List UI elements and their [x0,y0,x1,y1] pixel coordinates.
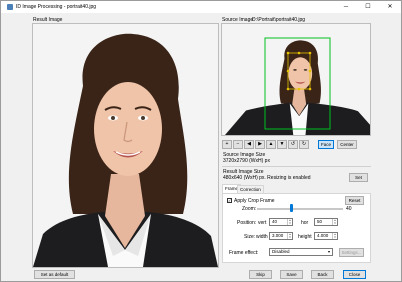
minimize-button[interactable]: ─ [335,1,357,13]
face-button[interactable]: Face [318,140,334,149]
height-label: height [298,234,312,240]
tab-correction[interactable]: Correction [237,185,264,193]
back-button[interactable]: Back [311,270,334,279]
skip-button[interactable]: Skip [249,270,272,279]
frame-effect-select[interactable]: Disabled ▾ [269,248,333,256]
move-right-button[interactable]: ▶ [255,140,265,149]
separator [222,166,371,167]
width-input[interactable]: 3.000 ▴ ▾ [269,232,293,240]
title-bar: ID Image Processing - portrait40.jpg ─ ☐… [1,1,401,13]
move-up-button[interactable]: ▲ [266,140,276,149]
window-title: ID Image Processing - portrait40.jpg [16,4,97,10]
chevron-down-icon: ▾ [327,249,330,254]
source-size-value: 3720x2790 (WxH) px [223,158,270,164]
app-icon [7,4,13,10]
save-button[interactable]: Save [280,270,303,279]
result-portrait-image [33,24,218,267]
result-size-value: 480x640 (WxH) px. Resizing is enabled [223,175,311,181]
width-value: 3.000 [272,233,284,238]
vert-input[interactable]: 40 ▴ ▾ [269,218,293,226]
move-left-button[interactable]: ◀ [244,140,254,149]
center-button[interactable]: Center [337,140,357,149]
zoom-out-button[interactable]: − [233,140,243,149]
move-down-button[interactable]: ▼ [277,140,287,149]
zoom-in-button[interactable]: + [222,140,232,149]
apply-crop-label: Apply Crop Frame [234,198,275,204]
source-portrait-image [222,24,370,135]
set-size-button[interactable]: Set [349,173,368,182]
hor-value: 50 [317,219,323,224]
position-label: Position: [237,220,257,226]
settings-button[interactable]: Settings... [339,248,364,257]
width-spinner[interactable]: ▴ ▾ [287,233,292,239]
vert-label: vert [258,220,267,226]
size-label: Size: [244,234,256,240]
set-as-default-button[interactable]: Set as default [34,270,75,279]
source-image-panel [221,23,371,136]
vert-spinner[interactable]: ▴ ▾ [287,219,292,225]
close-window-button[interactable]: ✕ [379,1,401,13]
zoom-value: 40 [346,206,352,212]
app-window: ID Image Processing - portrait40.jpg ─ ☐… [0,0,402,282]
zoom-slider-track[interactable] [257,208,343,210]
result-image-panel [32,23,219,268]
rotate-right-button[interactable]: ↻ [299,140,309,149]
width-label: width [256,234,268,240]
hor-input[interactable]: 50 ▴ ▾ [314,218,338,226]
maximize-button[interactable]: ☐ [357,1,379,13]
zoom-label: Zoom: [242,206,257,212]
height-value: 4.000 [317,233,329,238]
hor-label: hor [301,220,309,226]
frame-effect-value: Disabled [272,249,290,254]
height-spinner[interactable]: ▴ ▾ [332,233,337,239]
rotate-left-button[interactable]: ↺ [288,140,298,149]
close-button[interactable]: Close [343,270,366,279]
height-input[interactable]: 4.000 ▴ ▾ [314,232,338,240]
hor-spinner[interactable]: ▴ ▾ [332,219,337,225]
reset-button[interactable]: Reset [345,196,364,205]
apply-crop-checkbox[interactable]: ✓ [227,198,232,203]
frame-effect-label: Frame effect: [229,250,259,256]
vert-value: 40 [272,219,278,224]
zoom-slider-thumb[interactable] [289,204,293,212]
